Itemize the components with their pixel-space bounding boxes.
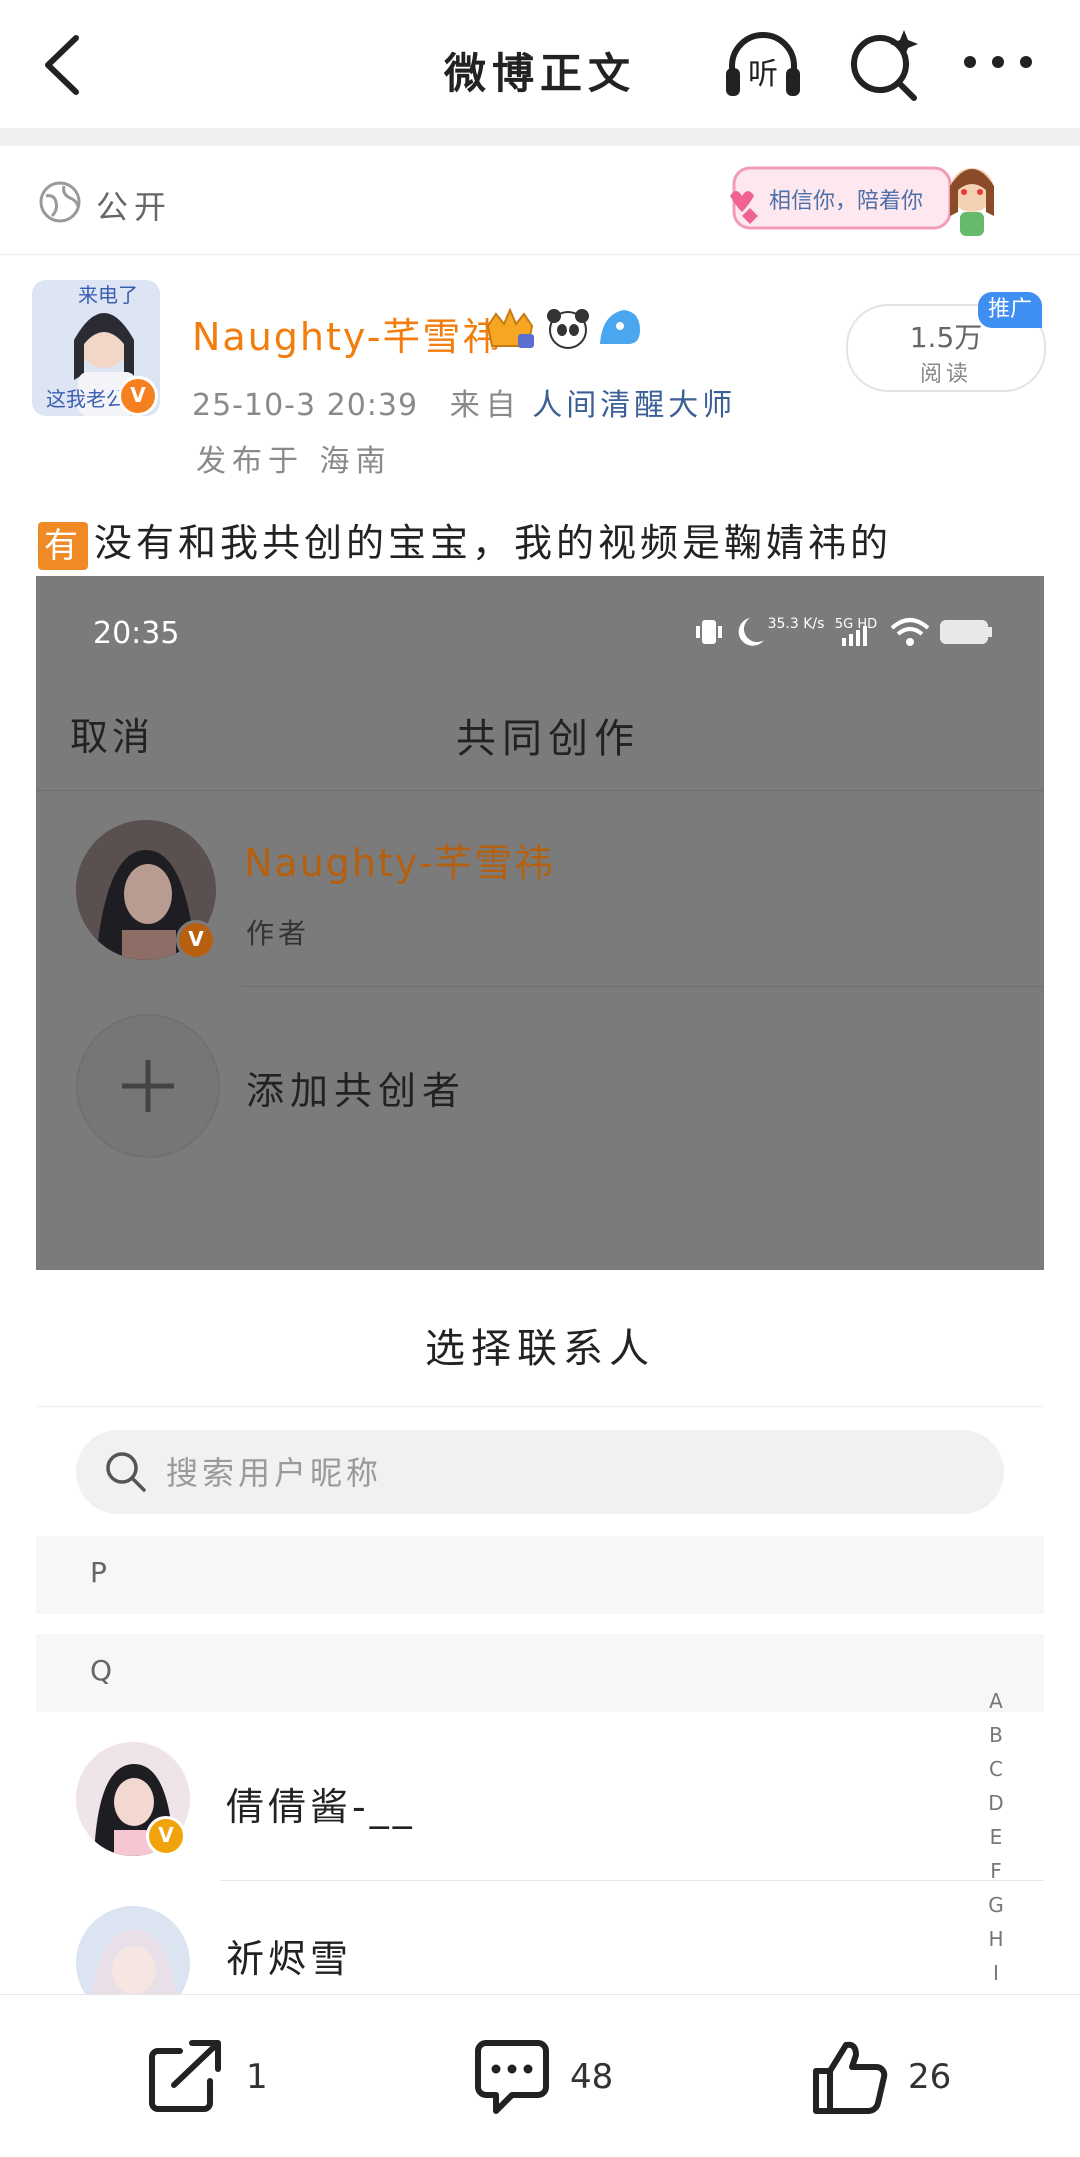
post-content: 有没有和我共创的宝宝，我的视频是鞠婧祎的: [38, 512, 892, 570]
content-tag-emoji: 有: [38, 521, 88, 570]
image-divider: [242, 986, 1044, 987]
image-section-header: Q: [36, 1634, 1044, 1712]
comment-button[interactable]: 48: [472, 2037, 632, 2117]
user-medals: [482, 306, 642, 352]
contact-verified-badge: V: [146, 1816, 186, 1856]
banner-text: 相信你，陪着你: [769, 189, 923, 214]
listen-label: 听: [748, 57, 778, 92]
avatar-caption-bottom: 这我老公: [46, 387, 126, 411]
section-letter: P: [90, 1556, 107, 1589]
alpha-letter: B: [989, 1723, 1003, 1747]
share-icon: [149, 2040, 221, 2112]
bottom-action-bar: 1 48 26: [0, 1994, 1080, 2157]
post-text: 没有和我共创的宝宝，我的视频是鞠婧祎的: [94, 521, 893, 565]
alpha-letter: C: [989, 1757, 1003, 1781]
image-verified-badge: V: [176, 920, 216, 960]
globe-icon: [38, 180, 82, 224]
source-prefix: 来自: [449, 388, 522, 423]
image-cancel-label: 取消: [70, 715, 155, 759]
listen-headphones-icon[interactable]: 听: [722, 28, 804, 100]
image-contact-name: 祈烬雪: [226, 1937, 353, 1981]
source-app-link[interactable]: 人间清醒大师: [532, 388, 736, 423]
search-icon: [104, 1450, 148, 1494]
section-letter: Q: [90, 1654, 113, 1687]
post-meta: 25-10-3 20:39 来自 人间清醒大师: [192, 380, 736, 424]
image-divider: [36, 1406, 1044, 1407]
alpha-letter: D: [988, 1791, 1004, 1815]
ai-search-icon[interactable]: [846, 26, 926, 104]
medal-icons: [486, 307, 640, 349]
alpha-letter: F: [990, 1859, 1002, 1883]
image-section-header: P: [36, 1536, 1044, 1614]
post-location: 发布于 海南: [196, 444, 392, 479]
alpha-letter: G: [988, 1893, 1004, 1917]
decorative-banner[interactable]: 相信你，陪着你: [728, 156, 1004, 246]
image-cocreate-title: 共同创作: [456, 716, 640, 762]
post-image[interactable]: 20:35 35.3 K/s 5G HD 取消 共同创作 V Naughty-芊…: [36, 576, 1044, 2076]
alpha-letter: E: [989, 1825, 1003, 1849]
thumbs-up-icon: [813, 2041, 888, 2114]
image-search-bar: [76, 1430, 1004, 1514]
share-button[interactable]: 1: [146, 2037, 286, 2117]
comment-icon: [475, 2040, 549, 2114]
header-separator: [0, 128, 1080, 146]
image-contact-name: 倩倩酱-__: [226, 1785, 416, 1829]
alpha-letter: A: [989, 1689, 1003, 1713]
image-divider: [220, 1880, 1044, 1881]
promo-badge[interactable]: 推广: [978, 292, 1042, 328]
post-timestamp: 25-10-3 20:39: [192, 388, 419, 423]
image-status-speed: 35.3 K/s: [768, 616, 825, 632]
visibility-label: 公开: [96, 188, 173, 226]
image-status-network: 5G HD: [835, 617, 877, 632]
alpha-letter: H: [988, 1927, 1004, 1951]
like-count: 26: [908, 2057, 952, 2097]
image-status-time: 20:35: [93, 616, 180, 651]
image-dimmed-area: 20:35 35.3 K/s 5G HD 取消 共同创作 V Naughty-芊…: [36, 576, 1044, 1270]
image-author-name: Naughty-芊雪祎: [244, 841, 555, 885]
comment-count: 48: [570, 2057, 614, 2097]
image-add-circle: [76, 1014, 220, 1158]
alpha-letter: I: [993, 1961, 999, 1985]
plus-icon: [122, 1060, 174, 1112]
like-button[interactable]: 26: [810, 2037, 970, 2117]
image-author-role: 作者: [246, 917, 311, 950]
image-status-icons: 35.3 K/s 5G HD: [696, 612, 1026, 652]
avatar-caption-top: 来电了: [78, 283, 138, 307]
share-count: 1: [246, 2057, 268, 2097]
image-add-cocreator-label: 添加共创者: [246, 1069, 467, 1113]
read-label: 阅读: [919, 362, 972, 387]
image-alphabet-index: A B C D E F G H I J: [976, 1684, 1016, 2024]
author-name[interactable]: Naughty-芊雪祎: [192, 306, 502, 361]
image-choose-contact-title: 选择联系人: [425, 1326, 655, 1372]
image-divider: [36, 790, 1044, 791]
top-nav: 微博正文 听: [0, 0, 1080, 128]
verified-badge: V: [118, 376, 158, 416]
image-search-input: [164, 1448, 968, 1498]
more-icon[interactable]: [962, 54, 1034, 70]
